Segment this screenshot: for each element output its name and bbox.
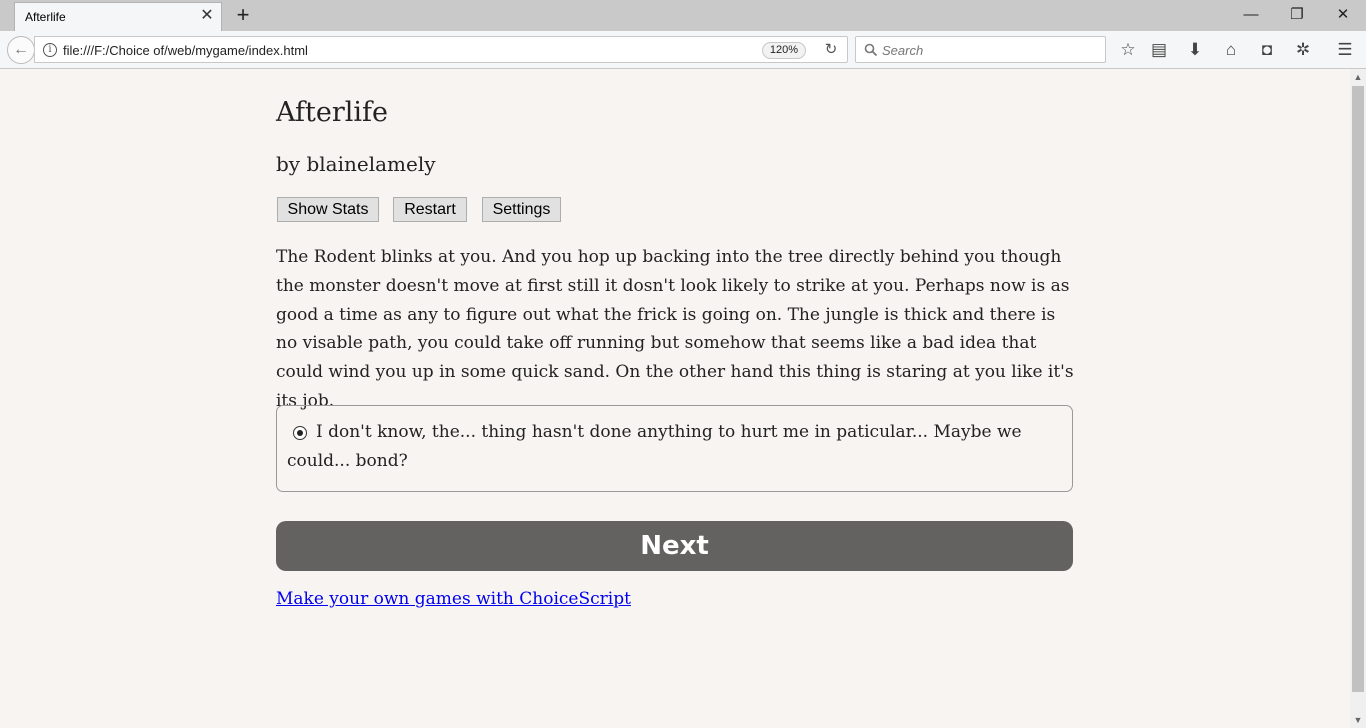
search-input[interactable]: Search [882, 43, 923, 58]
next-button[interactable]: Next [276, 521, 1073, 571]
menu-icon[interactable]: ☰ [1334, 39, 1356, 61]
download-icon[interactable]: ⬇ [1184, 39, 1206, 61]
scroll-thumb[interactable] [1352, 86, 1364, 692]
choice-label[interactable]: I don't know, the... thing hasn't done a… [287, 418, 1057, 476]
tab-afterlife[interactable]: Afterlife ✕ [14, 2, 222, 31]
game-author: by blainelamely [276, 152, 436, 176]
home-icon[interactable]: ⌂ [1220, 39, 1242, 61]
scrollbar[interactable]: ▲ ▼ [1350, 69, 1366, 728]
restore-icon[interactable]: ❐ [1274, 4, 1320, 26]
show-stats-button[interactable]: Show Stats [277, 197, 379, 222]
new-tab-button[interactable]: + [232, 4, 254, 26]
choicescript-link[interactable]: Make your own games with ChoiceScript [276, 589, 631, 609]
close-window-icon[interactable]: ✕ [1320, 4, 1366, 26]
url-text[interactable]: file:///F:/Choice of/web/mygame/index.ht… [63, 43, 308, 58]
pocket-icon[interactable]: ◘ [1256, 39, 1278, 61]
game-title: Afterlife [276, 97, 388, 128]
search-bar[interactable]: Search [855, 36, 1106, 63]
tab-strip: Afterlife ✕ + — ❐ ✕ [0, 0, 1366, 31]
zoom-level[interactable]: 120% [762, 42, 806, 59]
close-tab-icon[interactable]: ✕ [199, 8, 215, 24]
reading-list-icon[interactable]: ▤ [1148, 39, 1170, 61]
story-text: The Rodent blinks at you. And you hop up… [276, 247, 1074, 411]
search-icon [864, 43, 878, 57]
page-content: Afterlife by blainelamely Show Stats Res… [0, 69, 1350, 728]
choice-option[interactable]: I don't know, the... thing hasn't done a… [276, 405, 1073, 492]
settings-button[interactable]: Settings [482, 197, 561, 222]
tab-title: Afterlife [25, 10, 66, 24]
info-icon[interactable]: i [43, 43, 57, 57]
restart-button[interactable]: Restart [393, 197, 467, 222]
url-bar[interactable]: i file:///F:/Choice of/web/mygame/index.… [34, 36, 848, 63]
minimize-icon[interactable]: — [1228, 4, 1274, 26]
extension-icon[interactable]: ✲ [1292, 39, 1314, 61]
nav-bar: ← i file:///F:/Choice of/web/mygame/inde… [0, 31, 1366, 69]
scroll-up-icon[interactable]: ▲ [1350, 69, 1366, 85]
star-icon[interactable]: ☆ [1117, 39, 1139, 61]
reload-icon[interactable]: ↻ [821, 40, 841, 60]
scroll-down-icon[interactable]: ▼ [1350, 712, 1366, 728]
back-button[interactable]: ← [7, 36, 35, 64]
